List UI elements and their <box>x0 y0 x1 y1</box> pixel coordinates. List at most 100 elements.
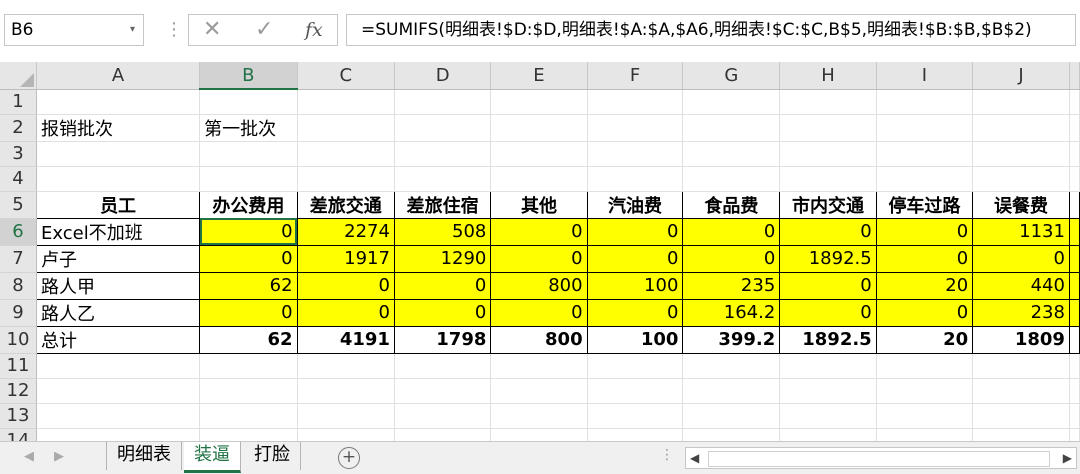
cell-b1[interactable] <box>199 89 298 115</box>
cell-f8[interactable]: 100 <box>586 271 684 300</box>
cell-k8[interactable] <box>1068 271 1080 300</box>
row-header-10[interactable]: 10 <box>0 326 38 354</box>
cell-e1[interactable] <box>490 89 588 115</box>
cell-c6[interactable]: 2274 <box>296 217 395 246</box>
cancel-icon[interactable]: ✕ <box>203 15 221 45</box>
cell-f2[interactable] <box>587 114 684 142</box>
enter-icon[interactable]: ✓ <box>255 15 273 45</box>
cell-a3[interactable] <box>36 141 201 167</box>
cell-j2[interactable] <box>972 114 1070 142</box>
cell-a9[interactable]: 路人乙 <box>36 298 201 327</box>
name-box[interactable]: B6 ▾ <box>4 14 144 46</box>
cell-d3[interactable] <box>394 141 492 167</box>
cell-e9[interactable]: 0 <box>490 298 588 327</box>
cell-j11[interactable] <box>972 353 1070 379</box>
cell-g7[interactable]: 0 <box>682 244 781 273</box>
chevron-down-icon[interactable]: ▾ <box>130 15 135 45</box>
cell-e11[interactable] <box>490 353 588 379</box>
cell-h1[interactable] <box>779 89 877 115</box>
cell-k7[interactable] <box>1068 244 1080 273</box>
cell-c5[interactable]: 差旅交通 <box>296 190 395 219</box>
row-header-9[interactable]: 9 <box>0 299 38 327</box>
cell-f11[interactable] <box>587 353 684 379</box>
cell-a13[interactable] <box>36 403 201 429</box>
cell-e2[interactable] <box>490 114 588 142</box>
cell-i9[interactable]: 0 <box>875 298 974 327</box>
cell-k10[interactable] <box>1068 325 1080 354</box>
cell-d7[interactable]: 1290 <box>393 244 492 273</box>
row-header-3[interactable]: 3 <box>0 141 38 167</box>
cell-e5[interactable]: 其他 <box>490 190 588 219</box>
cell-h9[interactable]: 0 <box>779 298 877 327</box>
cell-h8[interactable]: 0 <box>779 271 877 300</box>
cell-i10[interactable]: 20 <box>875 325 974 354</box>
column-header-a[interactable]: A <box>36 62 201 90</box>
cell-c11[interactable] <box>297 353 395 379</box>
cell-g5[interactable]: 食品费 <box>682 190 781 219</box>
spreadsheet-grid[interactable]: A B C D E F G H I J 1 2 报销批次 第一批次 3 4 5 员工 办公费用差… <box>0 62 1080 454</box>
cell-e4[interactable] <box>490 166 588 192</box>
cell-b5[interactable]: 办公费用 <box>199 190 298 219</box>
cell-j8[interactable]: 440 <box>972 271 1070 300</box>
cell-e6[interactable]: 0 <box>490 217 588 246</box>
cell-h10[interactable]: 1892.5 <box>779 325 877 354</box>
cell-c2[interactable] <box>297 114 395 142</box>
column-header-c[interactable]: C <box>297 62 395 90</box>
column-header-g[interactable]: G <box>682 62 781 90</box>
cell-f6[interactable]: 0 <box>586 217 684 246</box>
cell-d1[interactable] <box>394 89 492 115</box>
cell-h4[interactable] <box>779 166 877 192</box>
cell-b10[interactable]: 62 <box>199 325 298 354</box>
cell-g9[interactable]: 164.2 <box>682 298 781 327</box>
cell-d2[interactable] <box>394 114 492 142</box>
cell-k13[interactable] <box>1069 403 1080 429</box>
scroll-right-icon[interactable]: ▶ <box>54 446 64 468</box>
tab-dalian[interactable]: 打脸 <box>244 442 301 470</box>
resize-handle-icon[interactable]: ⋮ <box>660 447 674 463</box>
row-header-6[interactable]: 6 <box>0 218 38 246</box>
cell-c3[interactable] <box>297 141 395 167</box>
cell-g12[interactable] <box>682 378 781 404</box>
cell-c4[interactable] <box>297 166 395 192</box>
cell-f13[interactable] <box>587 403 684 429</box>
cell-b7[interactable]: 0 <box>199 244 298 273</box>
cell-h13[interactable] <box>779 403 877 429</box>
cell-a6[interactable]: Excel不加班 <box>36 217 201 246</box>
cell-c1[interactable] <box>297 89 395 115</box>
cell-i4[interactable] <box>876 166 974 192</box>
cell-a10[interactable]: 总计 <box>36 325 201 354</box>
scroll-left-arrow-icon[interactable]: ◀ <box>690 448 699 468</box>
scrollbar-thumb[interactable] <box>708 451 1050 467</box>
select-all-corner[interactable] <box>0 62 38 90</box>
cell-d5[interactable]: 差旅住宿 <box>393 190 492 219</box>
cell-f4[interactable] <box>587 166 684 192</box>
cell-i5[interactable]: 停车过路 <box>875 190 974 219</box>
cell-i2[interactable] <box>876 114 974 142</box>
cell-k1[interactable] <box>1069 89 1080 115</box>
cell-a11[interactable] <box>36 353 201 379</box>
cell-c10[interactable]: 4191 <box>296 325 395 354</box>
cell-c8[interactable]: 0 <box>296 271 395 300</box>
row-header-4[interactable]: 4 <box>0 166 38 192</box>
cell-j10[interactable]: 1809 <box>972 325 1070 354</box>
cell-g10[interactable]: 399.2 <box>682 325 781 354</box>
cell-d4[interactable] <box>394 166 492 192</box>
cell-e3[interactable] <box>490 141 588 167</box>
cell-d8[interactable]: 0 <box>393 271 492 300</box>
row-header-13[interactable]: 13 <box>0 403 38 429</box>
scroll-left-icon[interactable]: ◀ <box>24 446 34 468</box>
row-header-2[interactable]: 2 <box>0 114 38 142</box>
cell-a2[interactable]: 报销批次 <box>36 114 201 142</box>
cell-f10[interactable]: 100 <box>586 325 684 354</box>
column-header-h[interactable]: H <box>779 62 877 90</box>
column-header-i[interactable]: I <box>876 62 974 90</box>
cell-g3[interactable] <box>682 141 781 167</box>
cell-b8[interactable]: 62 <box>199 271 298 300</box>
cell-i12[interactable] <box>876 378 974 404</box>
cell-h11[interactable] <box>779 353 877 379</box>
cell-d13[interactable] <box>394 403 492 429</box>
formula-input[interactable]: =SUMIFS(明细表!$D:$D,明细表!$A:$A,$A6,明细表!$C:$… <box>346 14 1076 46</box>
column-header-b[interactable]: B <box>199 62 298 90</box>
cell-h6[interactable]: 0 <box>779 217 877 246</box>
cell-a4[interactable] <box>36 166 201 192</box>
